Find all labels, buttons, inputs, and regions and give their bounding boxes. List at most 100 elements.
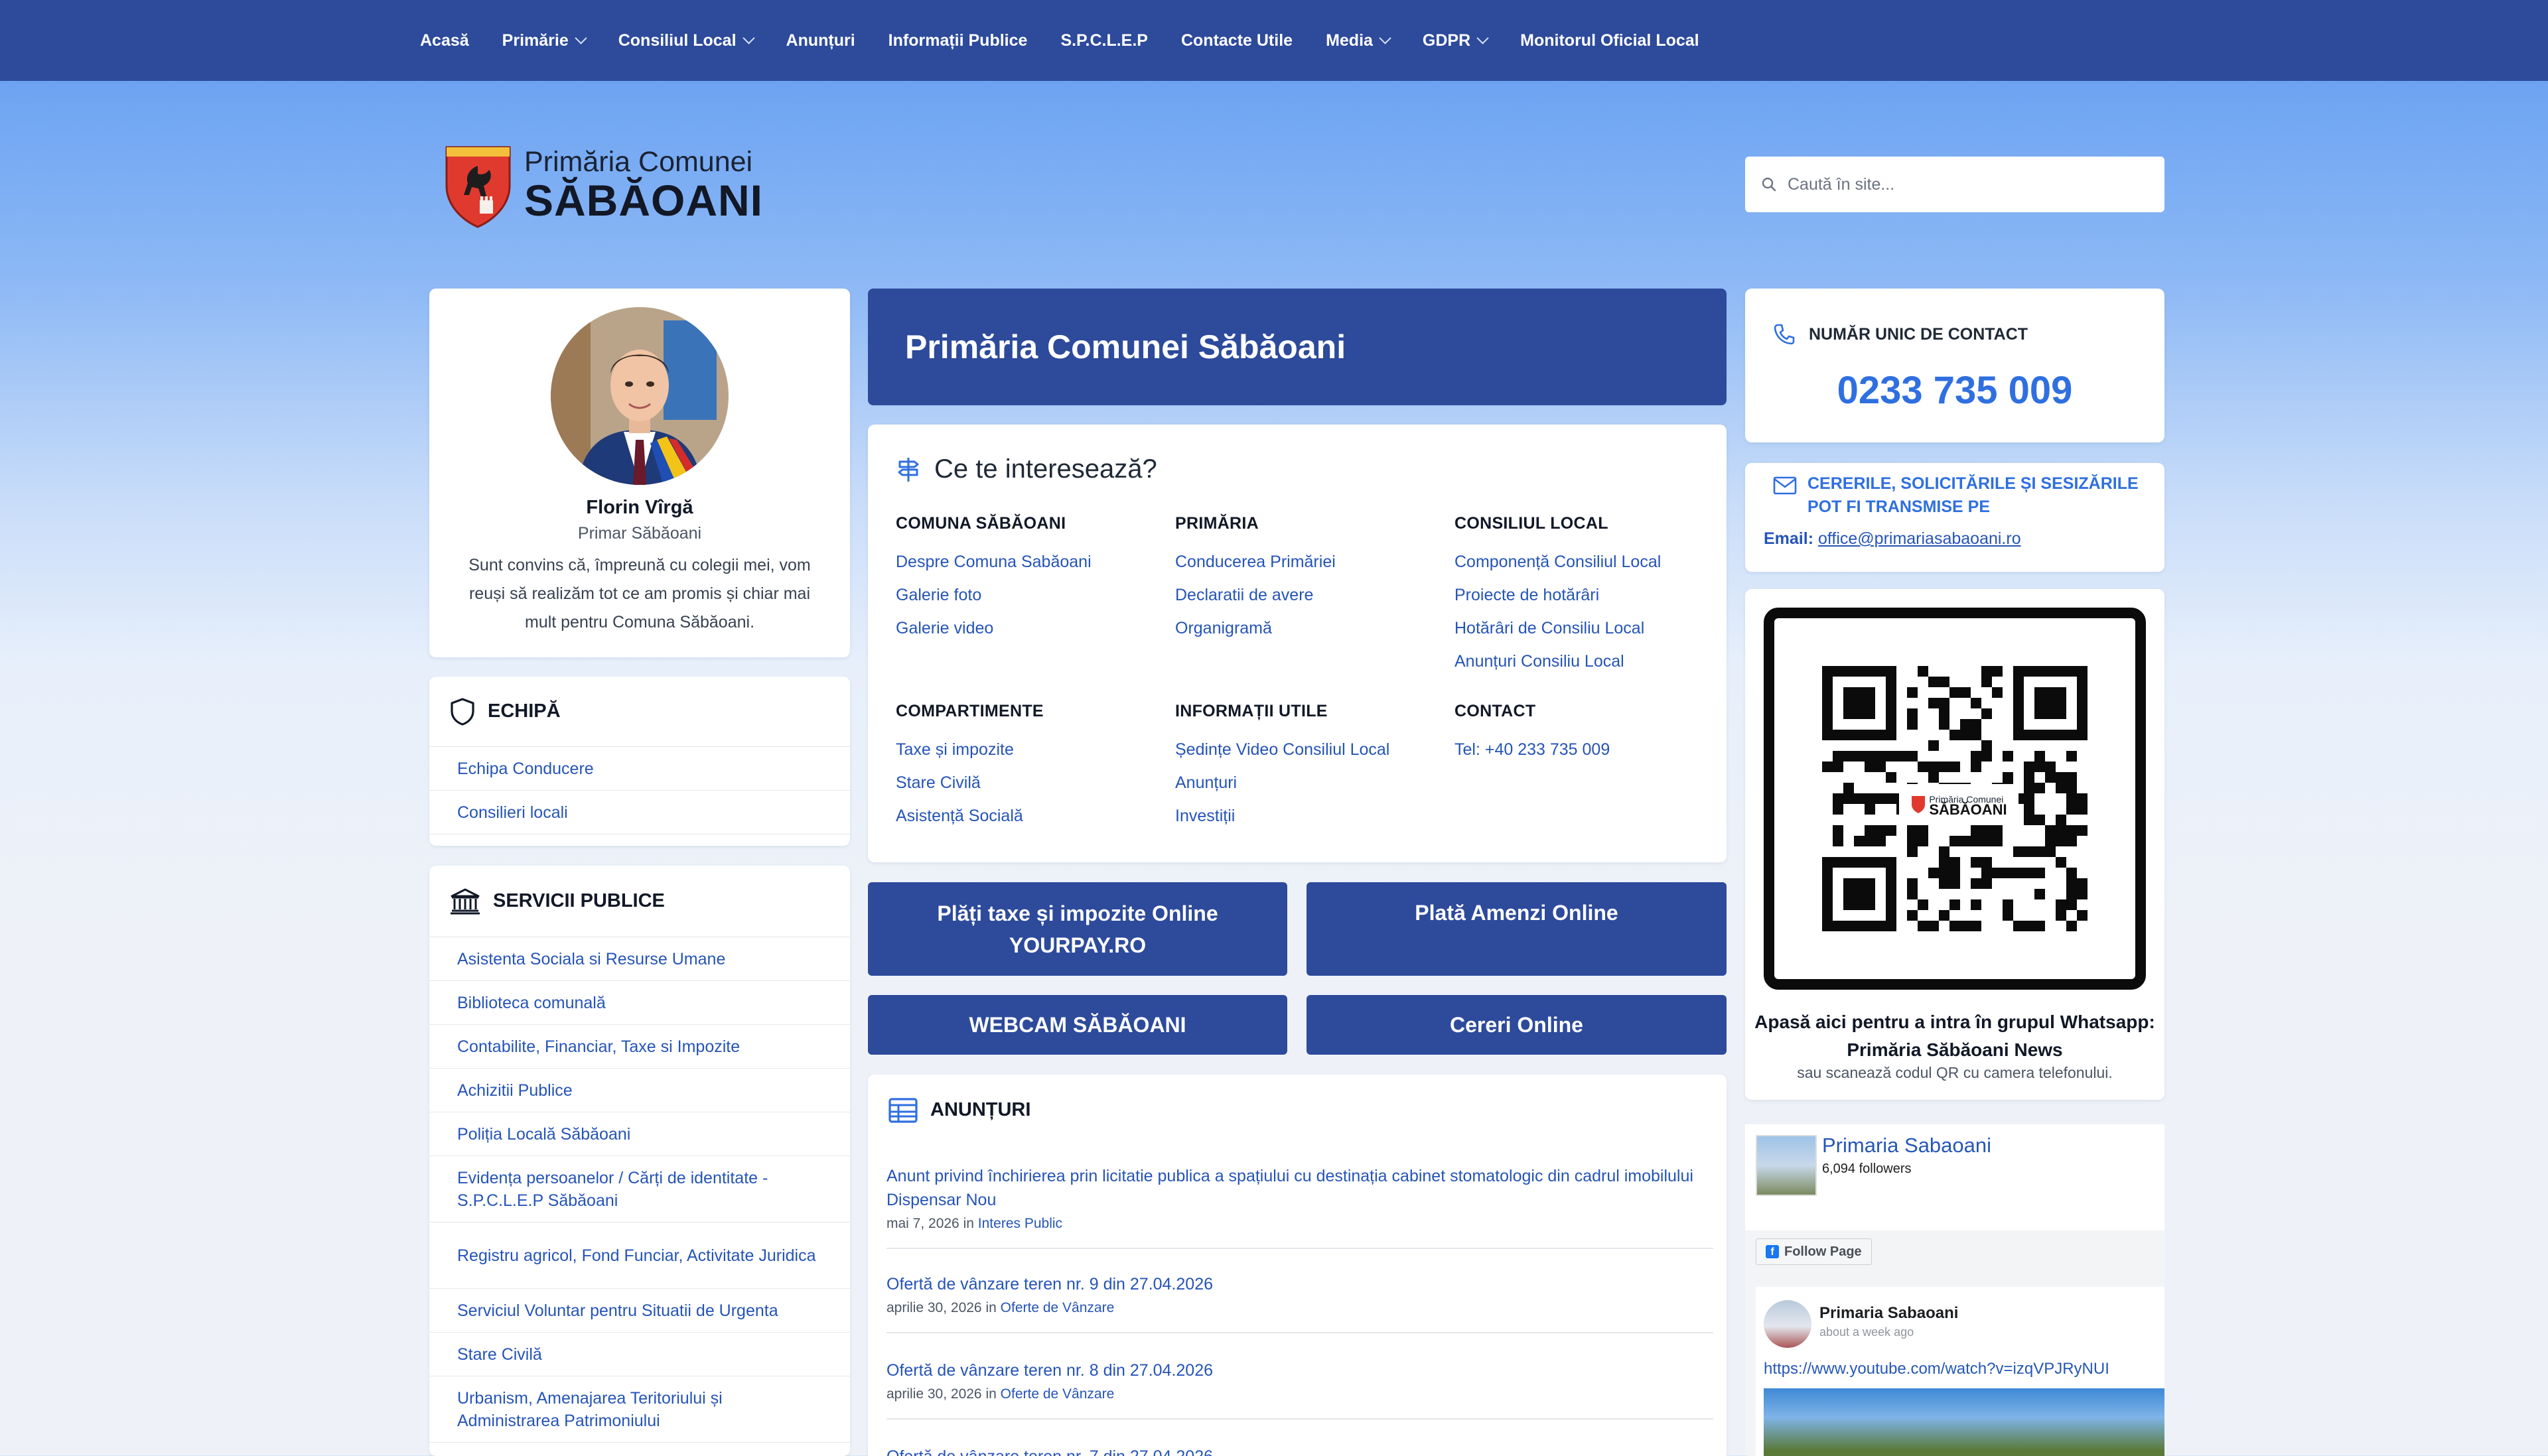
servicii-item-urbanism-amenajarea-teritoriului-si-admi[interactable]: Urbanism, Amenajarea Teritoriului și Adm… [429,1376,850,1443]
nav-item-label: GDPR [1422,31,1471,50]
search-input[interactable] [1788,174,2146,194]
interest-column-heading: PRIMĂRIA [1175,514,1259,533]
servicii-item-evidenta-persoanelor-carti-de-identitate[interactable]: Evidența persoanelor / Cărți de identita… [429,1156,850,1223]
interest-link-hotarari-de-consiliu-local[interactable]: Hotărâri de Consiliu Local [1454,612,1720,645]
announcement-category[interactable]: Oferte de Vânzare [1001,1300,1115,1315]
facebook-post-avatar[interactable] [1764,1300,1811,1348]
facebook-post-link[interactable]: https://www.youtube.com/watch?v=izqVPJRy… [1764,1360,2109,1378]
interest-link-galerie-foto[interactable]: Galerie foto [896,578,1161,612]
echipa-item-consilieri-locali[interactable]: Consilieri locali [429,791,850,834]
announcement-title[interactable]: Ofertă de vânzare teren nr. 7 din 27.04.… [886,1445,1713,1456]
interest-link-anunturi-consiliu-local[interactable]: Anunțuri Consiliu Local [1454,645,1720,678]
follow-page-label: Follow Page [1784,1244,1862,1259]
nav-item-label: Media [1326,31,1373,50]
phone-icon [1774,324,1795,345]
chevron-down-icon [575,31,587,44]
interest-link-proiecte-de-hotarari[interactable]: Proiecte de hotărâri [1454,578,1720,612]
facebook-post-image[interactable] [1764,1388,2164,1456]
email-label: Email: [1764,529,1814,548]
interest-link-tel-40-233-735-009[interactable]: Tel: +40 233 735 009 [1454,733,1720,766]
online-fines-payment-button[interactable]: Plată Amenzi Online [1307,882,1727,976]
interest-link-galerie-video[interactable]: Galerie video [896,612,1161,645]
whatsapp-caption[interactable]: Apasă aici pentru a intra în grupul What… [1745,1008,2164,1064]
interest-link-sedinte-video-consiliul-local[interactable]: Ședințe Video Consiliul Local [1175,733,1441,766]
interest-link-asistenta-sociala[interactable]: Asistență Socială [896,799,1161,832]
search-box[interactable] [1745,157,2164,212]
nav-item-contacte-utile[interactable]: Contacte Utile [1181,31,1293,50]
site-logo[interactable]: Primăria Comunei SĂBĂOANI [440,139,772,229]
facebook-page-thumbnail[interactable] [1756,1135,1817,1196]
whatsapp-qr-card[interactable]: Primăria Comunei SĂBĂOANI Apasă aici pen… [1745,589,2164,1100]
interest-link-anunturi[interactable]: Anunțuri [1175,766,1441,799]
announcement-category[interactable]: Interes Public [978,1216,1062,1231]
nav-item-label: Monitorul Oficial Local [1520,31,1699,50]
interest-column-heading: CONTACT [1454,702,1536,720]
interest-column-compartimente: COMPARTIMENTE Taxe și impozite Stare Civil… [896,702,1161,832]
online-requests-button[interactable]: Cereri Online [1307,995,1727,1055]
top-navigation: Acasă Primărie Consiliul Local Anunțuri Info… [0,0,2548,81]
interest-link-taxe-si-impozite[interactable]: Taxe și impozite [896,733,1161,766]
servicii-item-stare-civila[interactable]: Stare Civilă [429,1333,850,1376]
qr-frame: Primăria Comunei SĂBĂOANI [1764,608,2146,990]
nav-item-gdpr[interactable]: GDPR [1422,31,1489,50]
interest-column-heading: COMUNA SĂBĂOANI [896,514,1066,533]
interest-column-heading: COMPARTIMENTE [896,702,1044,720]
announcement-title[interactable]: Ofertă de vânzare teren nr. 9 din 27.04.… [886,1272,1713,1296]
announcement-category[interactable]: Oferte de Vânzare [1001,1386,1115,1402]
interest-link-declaratii-de-avere[interactable]: Declaratii de avere [1175,578,1441,612]
announcement-title[interactable]: Anunt privind închirierea prin licitatie… [886,1164,1713,1212]
announcement-date: mai 7, 2026 [886,1216,959,1231]
nav-item-anunturi[interactable]: Anunțuri [786,31,855,50]
logo-title-line2: SĂBĂOANI [524,175,764,225]
announcements-title: ANUNȚURI [930,1098,1031,1120]
servicii-item-biblioteca-comunala[interactable]: Biblioteca comunală [429,981,850,1025]
nav-item-primarie[interactable]: Primărie [502,31,587,50]
nav-item-media[interactable]: Media [1326,31,1391,50]
nav-item-monitorul-oficial-local[interactable]: Monitorul Oficial Local [1520,31,1699,50]
servicii-item-politia-locala-sabaoani[interactable]: Poliția Locală Săbăoani [429,1112,850,1156]
nav-item-label: Consiliul Local [618,31,737,50]
facebook-post-author[interactable]: Primaria Sabaoani [1819,1304,1958,1323]
online-tax-payment-button[interactable]: Plăți taxe și impozite Online YOURPAY.RO [868,882,1287,976]
nav-item-acasa[interactable]: Acasă [420,31,469,50]
nav-item-label: Anunțuri [786,31,855,50]
webcam-button[interactable]: WEBCAM SĂBĂOANI [868,995,1287,1055]
announcement-title[interactable]: Ofertă de vânzare teren nr. 8 din 27.04.… [886,1358,1713,1382]
servicii-item-serviciul-voluntar-pentru-situatii-de-ur[interactable]: Serviciul Voluntar pentru Situatii de Ur… [429,1289,850,1333]
interest-column-informatii-utile: INFORMAȚII UTILE Ședințe Video Consiliul … [1175,702,1441,832]
interest-link-despre-comuna-sabaoani[interactable]: Despre Comuna Sabăoani [896,545,1161,578]
servicii-item-achizitii-publice[interactable]: Achizitii Publice [429,1069,850,1112]
announcement-meta: mai 7, 2026 in Interes Public [886,1216,1713,1248]
announcement-meta: aprilie 30, 2026 in Oferte de Vânzare [886,1386,1713,1418]
facebook-widget: Primaria Sabaoani 6,094 followers f Foll… [1745,1124,2164,1456]
contact-label-row: NUMĂR UNIC DE CONTACT [1773,323,2028,346]
servicii-item-asistenta-sociala-si-resurse-umane[interactable]: Asistenta Sociala si Resurse Umane [429,937,850,981]
announcement-item: Ofertă de vânzare teren nr. 8 din 27.04.… [886,1358,1713,1420]
chevron-down-icon [1476,31,1489,44]
team-title: ECHIPĂ [429,677,850,747]
online-tax-payment-label: Plăți taxe și impozite Online [937,901,1218,925]
echipa-item-echipa-conducere[interactable]: Echipa Conducere [429,747,850,791]
nav-item-consiliul-local[interactable]: Consiliul Local [618,31,755,50]
contact-phone-number[interactable]: 0233 735 009 [1745,368,2164,413]
interest-link-componenta-consiliul-local[interactable]: Componență Consiliul Local [1454,545,1720,578]
nav-item-s-p-c-l-e-p[interactable]: S.P.C.L.E.P [1060,31,1148,50]
requests-email-card: CERERILE, SOLICITĂRILE ȘI SESIZĂRILE POT… [1745,463,2164,572]
email-link[interactable]: office@primariasabaoani.ro [1818,529,2021,548]
yourpay-label: YOURPAY.RO [1009,933,1147,957]
interest-link-conducerea-primariei[interactable]: Conducerea Primăriei [1175,545,1441,578]
hero-title: Primăria Comunei Săbăoani [905,328,1346,365]
follow-page-button[interactable]: f Follow Page [1756,1238,1872,1265]
interest-link-stare-civila[interactable]: Stare Civilă [896,766,1161,799]
nav-item-informatii-publice[interactable]: Informații Publice [888,31,1028,50]
interest-column-heading: INFORMAȚII UTILE [1175,702,1328,720]
servicii-item-registru-agricol-fond-funciar-activitate[interactable]: Registru agricol, Fond Funciar, Activita… [429,1223,850,1289]
bank-building-icon [451,888,480,914]
facebook-page-name[interactable]: Primaria Sabaoani [1822,1134,1991,1158]
interest-column-contact: CONTACT Tel: +40 233 735 009 [1454,702,1720,766]
servicii-item-contabilite-financiar-taxe-si-impozite[interactable]: Contabilite, Financiar, Taxe si Impozite [429,1025,850,1069]
interest-column-heading: CONSILIUL LOCAL [1454,514,1608,533]
nav-item-label: Contacte Utile [1180,31,1293,50]
interest-link-investitii[interactable]: Investiții [1175,799,1441,832]
interest-link-organigrama[interactable]: Organigramă [1175,612,1441,645]
